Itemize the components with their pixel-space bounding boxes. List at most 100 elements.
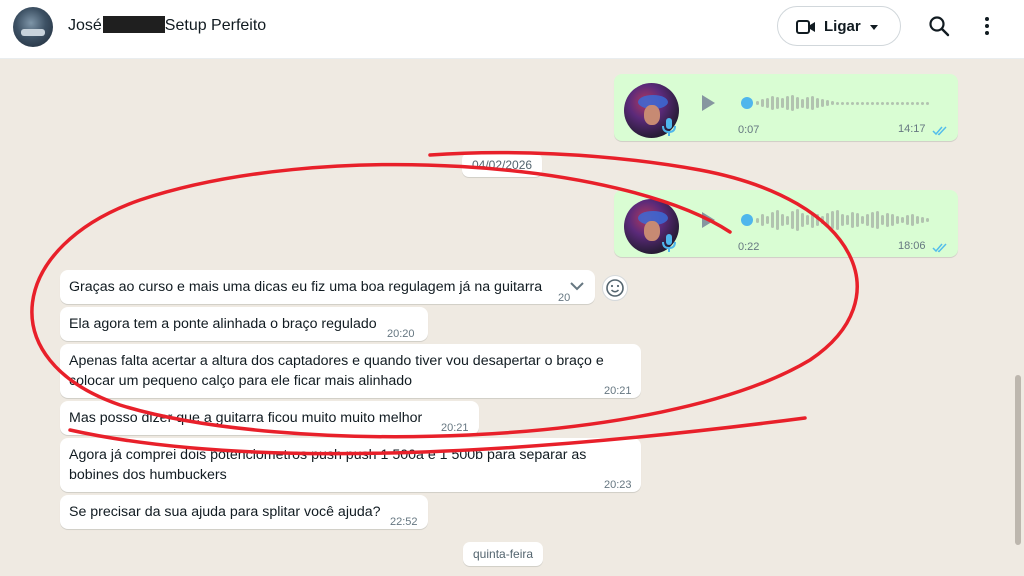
waveform-bar bbox=[776, 210, 779, 230]
waveform-bar bbox=[816, 214, 819, 226]
waveform-bar bbox=[866, 214, 869, 226]
waveform-bar bbox=[881, 101, 884, 105]
waveform-bar bbox=[821, 99, 824, 107]
contact-name-prefix: José bbox=[68, 17, 102, 34]
waveform-bar bbox=[786, 215, 789, 225]
waveform-bar bbox=[801, 213, 804, 227]
message-time: 20:20 bbox=[387, 328, 415, 340]
waveform-bar bbox=[906, 215, 909, 225]
message-text: Agora já comprei dois potenciometros pus… bbox=[69, 447, 591, 483]
waveform-bar bbox=[836, 210, 839, 230]
waveform-bar bbox=[906, 101, 909, 105]
search-icon[interactable] bbox=[927, 14, 951, 38]
waveform-bar bbox=[781, 98, 784, 108]
message-text: Apenas falta acertar a altura dos captad… bbox=[69, 353, 608, 389]
contact-name[interactable]: José Setup Perfeito bbox=[68, 16, 266, 35]
waveform-bar bbox=[881, 215, 884, 225]
redaction-bar bbox=[102, 16, 165, 33]
waveform-bar bbox=[801, 98, 804, 108]
waveform-bar bbox=[781, 214, 784, 226]
contact-avatar[interactable] bbox=[13, 7, 53, 47]
waveform-bar bbox=[766, 216, 769, 224]
waveform-bar bbox=[826, 213, 829, 227]
incoming-message[interactable]: Mas posso dizer que a guitarra ficou mui… bbox=[60, 401, 479, 435]
waveform-bar bbox=[901, 217, 904, 223]
waveform-bar bbox=[796, 97, 799, 109]
waveform-bar bbox=[841, 101, 844, 105]
call-label: Ligar bbox=[824, 18, 861, 35]
message-text: Se precisar da sua ajuda para splitar vo… bbox=[69, 504, 381, 520]
incoming-message[interactable]: Se precisar da sua ajuda para splitar vo… bbox=[60, 495, 428, 529]
playback-handle[interactable] bbox=[741, 214, 753, 226]
emoji-react-icon[interactable] bbox=[602, 275, 628, 301]
more-vert-icon[interactable] bbox=[975, 14, 999, 38]
message-time: 20:21 bbox=[604, 385, 632, 397]
waveform-bar bbox=[921, 101, 924, 105]
waveform[interactable] bbox=[756, 207, 929, 233]
message-time: 14:17 bbox=[898, 123, 926, 135]
incoming-message[interactable]: Graças ao curso e mais uma dicas eu fiz … bbox=[60, 270, 595, 304]
incoming-message[interactable]: Apenas falta acertar a altura dos captad… bbox=[60, 344, 641, 398]
message-time: 20:… bbox=[558, 292, 570, 304]
waveform-bar bbox=[886, 101, 889, 105]
waveform-bar bbox=[786, 96, 789, 110]
waveform-bar bbox=[916, 216, 919, 224]
waveform-bar bbox=[856, 101, 859, 105]
waveform[interactable] bbox=[756, 90, 929, 116]
message-text: Graças ao curso e mais uma dicas eu fiz … bbox=[69, 279, 543, 295]
microphone-icon bbox=[662, 118, 676, 136]
waveform-bar bbox=[866, 101, 869, 105]
double-check-icon bbox=[932, 243, 947, 253]
chat-header: José Setup Perfeito Ligar bbox=[0, 0, 1024, 59]
playback-handle[interactable] bbox=[741, 97, 753, 109]
waveform-bar bbox=[901, 101, 904, 105]
incoming-message[interactable]: Agora já comprei dois potenciometros pus… bbox=[60, 438, 641, 492]
waveform-bar bbox=[861, 216, 864, 224]
waveform-bar bbox=[896, 216, 899, 224]
chevron-down-icon[interactable] bbox=[870, 25, 878, 30]
waveform-bar bbox=[761, 214, 764, 226]
waveform-bar bbox=[826, 100, 829, 106]
waveform-bar bbox=[926, 101, 929, 105]
waveform-bar bbox=[771, 96, 774, 110]
waveform-bar bbox=[776, 97, 779, 109]
play-button[interactable] bbox=[702, 95, 715, 111]
waveform-bar bbox=[806, 97, 809, 109]
waveform-bar bbox=[811, 96, 814, 110]
waveform-bar bbox=[876, 211, 879, 229]
chevron-down-icon[interactable] bbox=[570, 281, 584, 291]
waveform-bar bbox=[911, 214, 914, 226]
waveform-bar bbox=[796, 209, 799, 231]
waveform-bar bbox=[766, 98, 769, 108]
waveform-bar bbox=[886, 213, 889, 227]
message-time: 18:06 bbox=[898, 240, 926, 252]
waveform-bar bbox=[846, 215, 849, 225]
incoming-message[interactable]: Ela agora tem a ponte alinhada o braço r… bbox=[60, 307, 428, 341]
waveform-bar bbox=[851, 101, 854, 105]
video-camera-icon bbox=[796, 20, 815, 34]
waveform-bar bbox=[771, 212, 774, 228]
waveform-bar bbox=[816, 98, 819, 108]
play-button[interactable] bbox=[702, 212, 715, 228]
waveform-bar bbox=[896, 101, 899, 105]
voice-message[interactable]: 0:07 14:17 bbox=[614, 74, 958, 141]
waveform-bar bbox=[891, 214, 894, 226]
waveform-bar bbox=[791, 95, 794, 111]
waveform-bar bbox=[916, 101, 919, 105]
message-text: Ela agora tem a ponte alinhada o braço r… bbox=[69, 316, 377, 332]
waveform-bar bbox=[856, 213, 859, 227]
waveform-bar bbox=[876, 101, 879, 105]
contact-name-suffix: Setup Perfeito bbox=[164, 17, 267, 34]
waveform-bar bbox=[791, 211, 794, 229]
waveform-bar bbox=[761, 99, 764, 107]
call-button[interactable]: Ligar bbox=[777, 6, 901, 46]
scrollbar[interactable] bbox=[1015, 375, 1021, 545]
message-text: Mas posso dizer que a guitarra ficou mui… bbox=[69, 410, 423, 426]
waveform-bar bbox=[756, 101, 759, 105]
message-time: 20:23 bbox=[604, 479, 632, 491]
waveform-bar bbox=[921, 217, 924, 223]
waveform-bar bbox=[871, 212, 874, 228]
waveform-bar bbox=[756, 217, 759, 223]
double-check-icon bbox=[932, 126, 947, 136]
voice-message[interactable]: 0:22 18:06 bbox=[614, 190, 958, 257]
